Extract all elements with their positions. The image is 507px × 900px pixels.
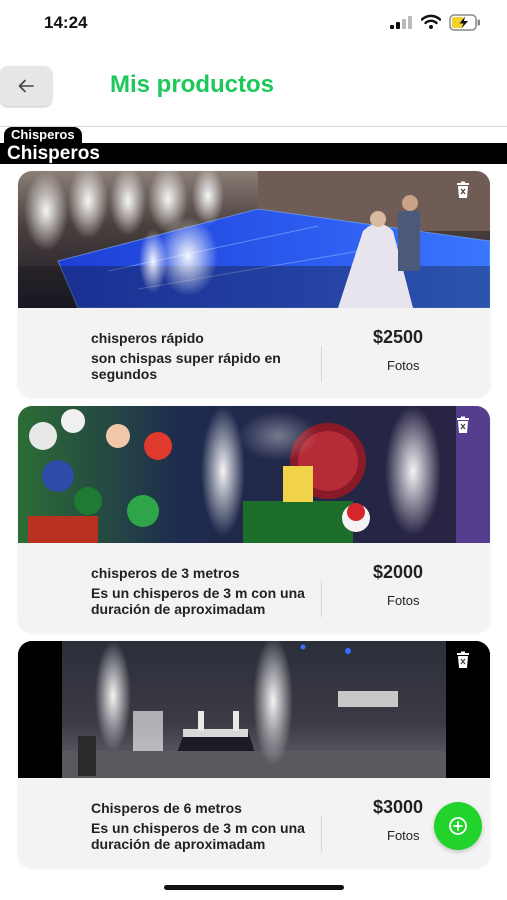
product-card[interactable]: chisperos rápido son chispas super rápid…: [18, 171, 490, 397]
product-description: Es un chisperos de 3 m con una duración …: [91, 820, 305, 852]
category-tab[interactable]: Chisperos: [4, 127, 82, 143]
home-indicator[interactable]: [164, 885, 344, 890]
product-name: Chisperos de 6 metros: [91, 800, 242, 816]
cellular-signal-icon: [390, 16, 412, 29]
product-card[interactable]: chisperos de 3 metros Es un chisperos de…: [18, 406, 490, 632]
battery-charging-icon: [449, 14, 480, 31]
product-photo: [18, 641, 490, 778]
trash-icon[interactable]: [454, 651, 472, 669]
product-info: Chisperos de 6 metros Es un chisperos de…: [18, 778, 490, 867]
photos-link[interactable]: Fotos: [387, 593, 420, 608]
status-time: 14:24: [44, 13, 88, 32]
product-info: chisperos de 3 metros Es un chisperos de…: [18, 543, 490, 632]
product-description: Es un chisperos de 3 m con una duración …: [91, 585, 305, 617]
product-name: chisperos rápido: [91, 330, 204, 346]
page-title: Mis productos: [110, 71, 275, 98]
info-divider: [321, 816, 322, 852]
arrow-left-icon: [18, 79, 34, 93]
status-bar: 14:24: [0, 0, 507, 46]
plus-circle-icon: [449, 817, 467, 835]
category-header: Chisperos: [0, 143, 507, 164]
wifi-icon: [421, 14, 441, 29]
product-description: son chispas super rápido en segundos: [91, 350, 281, 382]
trash-icon[interactable]: [454, 416, 472, 434]
info-divider: [321, 346, 322, 382]
info-divider: [321, 581, 322, 617]
product-photo: [18, 406, 490, 543]
product-card[interactable]: Chisperos de 6 metros Es un chisperos de…: [18, 641, 490, 867]
product-price: $2000: [373, 562, 424, 582]
trash-icon[interactable]: [454, 181, 472, 199]
app-header: Mis productos: [0, 62, 507, 126]
add-product-button[interactable]: [434, 802, 482, 850]
product-price: $2500: [373, 327, 424, 347]
product-price: $3000: [373, 797, 424, 817]
back-button[interactable]: [0, 66, 52, 106]
product-info: chisperos rápido son chispas super rápid…: [18, 308, 490, 397]
product-name: chisperos de 3 metros: [91, 565, 240, 581]
product-photo: [18, 171, 490, 308]
photos-link[interactable]: Fotos: [387, 828, 420, 843]
photos-link[interactable]: Fotos: [387, 358, 420, 373]
